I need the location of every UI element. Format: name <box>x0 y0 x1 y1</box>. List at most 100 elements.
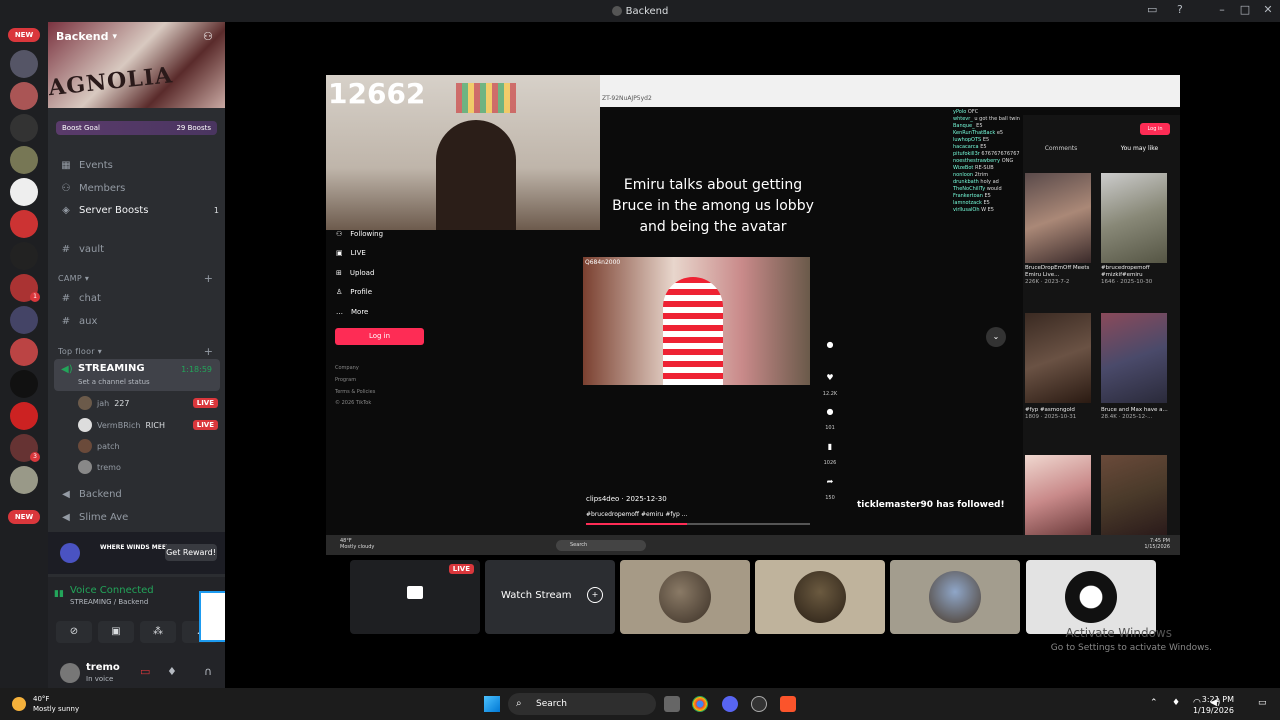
chat-username[interactable]: nonloon <box>953 172 975 178</box>
maximize-button[interactable]: □ <box>1236 3 1254 16</box>
server-icon-12[interactable] <box>10 402 38 430</box>
taskbar-search[interactable]: ⌕ Search <box>508 693 656 715</box>
voice-user[interactable]: VermBRich RICH LIVE <box>78 416 218 434</box>
chat-username[interactable]: KenRunThatBack <box>953 130 997 136</box>
server-icon-7[interactable] <box>10 242 38 270</box>
tiktok-nav-more[interactable]: … More <box>336 308 368 316</box>
voice-user[interactable]: patch <box>78 437 218 455</box>
taskbar-clock[interactable]: 3:21 PM 1/19/2026 <box>1193 694 1234 716</box>
channel-chat[interactable]: # chat <box>56 289 219 307</box>
discord-icon[interactable] <box>722 696 738 712</box>
add-channel-icon[interactable]: + <box>204 272 213 285</box>
video-thumbnail[interactable] <box>1025 455 1091 535</box>
activities-button[interactable]: ⁂ <box>140 621 176 643</box>
microphone-icon[interactable]: ♦ <box>1172 698 1180 708</box>
footer-link[interactable]: Program <box>335 377 356 383</box>
chat-username[interactable]: WizeBot <box>953 165 975 171</box>
nav-server-boosts[interactable]: ◈ Server Boosts 1 <box>56 201 219 219</box>
category-top-floor[interactable]: Top floor ▾ <box>58 347 102 356</box>
tiktok-nav-live[interactable]: ▣ LIVE <box>336 249 366 257</box>
server-icon-4[interactable] <box>10 146 38 174</box>
participant-tile[interactable] <box>620 560 750 634</box>
side-login-button[interactable]: Log in <box>1140 123 1170 135</box>
video-thumbnail[interactable] <box>1025 313 1091 403</box>
chat-username[interactable]: lamnotzack <box>953 200 983 206</box>
creator-avatar[interactable]: ● <box>820 340 840 349</box>
boost-goal[interactable]: Boost Goal 29 Boosts <box>56 121 217 135</box>
heart-icon[interactable]: ♥ <box>820 373 840 382</box>
server-icon-11[interactable] <box>10 370 38 398</box>
channel-status[interactable]: Set a channel status <box>78 378 150 386</box>
voice-channel-backend[interactable]: ◀ Backend <box>56 485 219 503</box>
server-icon-9[interactable] <box>10 306 38 334</box>
add-channel-icon[interactable]: + <box>204 345 213 358</box>
bookmark-icon[interactable]: ▮ <box>820 442 840 451</box>
inbox-icon[interactable]: ▭ <box>1147 3 1157 16</box>
nav-events[interactable]: ▦ Events <box>56 156 219 174</box>
chat-username[interactable]: yPolo <box>953 109 968 115</box>
weather-widget[interactable]: 40°F Mostly sunny <box>33 694 79 714</box>
comment-icon[interactable]: ● <box>820 407 840 416</box>
minimize-button[interactable]: – <box>1213 3 1231 16</box>
chat-username[interactable]: whtevr_ <box>953 116 974 122</box>
invite-icon[interactable]: ⚇ <box>203 30 217 44</box>
video-author[interactable]: clips4deo · 2025-12-30 <box>586 495 667 503</box>
screen-share-button[interactable]: ▣ <box>98 621 134 643</box>
chat-username[interactable]: luwhopOTS <box>953 137 983 143</box>
footer-link[interactable]: Terms & Policies <box>335 389 375 395</box>
get-reward-button[interactable]: Get Reward! <box>165 544 217 561</box>
server-icon-2[interactable] <box>10 82 38 110</box>
watch-stream-tile[interactable]: Watch Stream + <box>485 560 615 634</box>
address-bar[interactable]: ZT-92NuAJP5yd2 <box>602 95 652 102</box>
category-camp[interactable]: CAMP ▾ <box>58 274 89 283</box>
help-icon[interactable]: ? <box>1177 3 1183 16</box>
video-progress[interactable] <box>586 523 810 525</box>
chat-username[interactable]: hacacarca <box>953 144 980 150</box>
microphone-icon[interactable]: ♦ <box>167 665 177 678</box>
video-thumbnail[interactable] <box>1101 455 1167 535</box>
participant-tile[interactable] <box>755 560 885 634</box>
voice-status[interactable]: Voice Connected <box>70 585 154 596</box>
task-view-icon[interactable] <box>664 696 680 712</box>
app-icon[interactable] <box>751 696 767 712</box>
notification-icon[interactable]: ▭ <box>1258 698 1267 708</box>
voice-channel-slime-ave[interactable]: ◀ Slime Ave <box>56 508 219 526</box>
server-name-button[interactable]: Backend ▾ <box>56 30 117 43</box>
brave-icon[interactable] <box>780 696 796 712</box>
nav-members[interactable]: ⚇ Members <box>56 179 219 197</box>
chat-username[interactable]: noesthestrawberry <box>953 158 1002 164</box>
video-player[interactable]: Q684n2000 <box>583 257 810 385</box>
tiktok-nav-upload[interactable]: ⊞ Upload <box>336 269 374 277</box>
chat-username[interactable]: pitufokill3r <box>953 151 981 157</box>
avatar[interactable] <box>60 663 80 683</box>
participant-tile[interactable] <box>890 560 1020 634</box>
server-icon-3[interactable] <box>10 114 38 142</box>
chat-username[interactable]: Frankertoan <box>953 193 985 199</box>
video-thumbnail[interactable] <box>1025 173 1091 263</box>
stream-tile-screen[interactable]: LIVE <box>350 560 480 634</box>
server-icon-5[interactable] <box>10 178 38 206</box>
tray-overflow-icon[interactable]: ⌃ <box>1150 698 1158 708</box>
tab-you-may-like[interactable]: You may like <box>1121 145 1159 152</box>
voice-user[interactable]: tremo <box>78 458 218 476</box>
server-icon-14[interactable] <box>10 466 38 494</box>
chat-username[interactable]: Banque_ <box>953 123 976 129</box>
watch-stream-button[interactable]: Watch Stream <box>501 590 572 601</box>
server-icon-6[interactable] <box>10 210 38 238</box>
camera-off-button[interactable]: ⊘ <box>56 621 92 643</box>
chat-username[interactable]: virllusalOh <box>953 207 981 213</box>
camera-off-icon[interactable]: ▭ <box>140 665 150 678</box>
watch-icon[interactable]: + <box>587 587 603 603</box>
share-icon[interactable]: ➦ <box>820 477 840 486</box>
footer-link[interactable]: Company <box>335 365 359 371</box>
stream-view[interactable]: 12662 ZT-92NuAJP5yd2 ⚇ Following ▣ LIVE ⊞ U… <box>326 75 1180 555</box>
tiktok-nav-profile[interactable]: ♙ Profile <box>336 288 372 296</box>
server-icon-10[interactable] <box>10 338 38 366</box>
channel-vault[interactable]: # vault <box>56 240 219 258</box>
tab-comments[interactable]: Comments <box>1045 145 1078 152</box>
participant-tile[interactable] <box>1026 560 1156 634</box>
voice-user[interactable]: jah 227 LIVE <box>78 394 218 412</box>
channel-aux[interactable]: # aux <box>56 312 219 330</box>
chat-username[interactable]: TheNoChillTy <box>953 186 987 192</box>
start-button[interactable] <box>484 696 500 712</box>
